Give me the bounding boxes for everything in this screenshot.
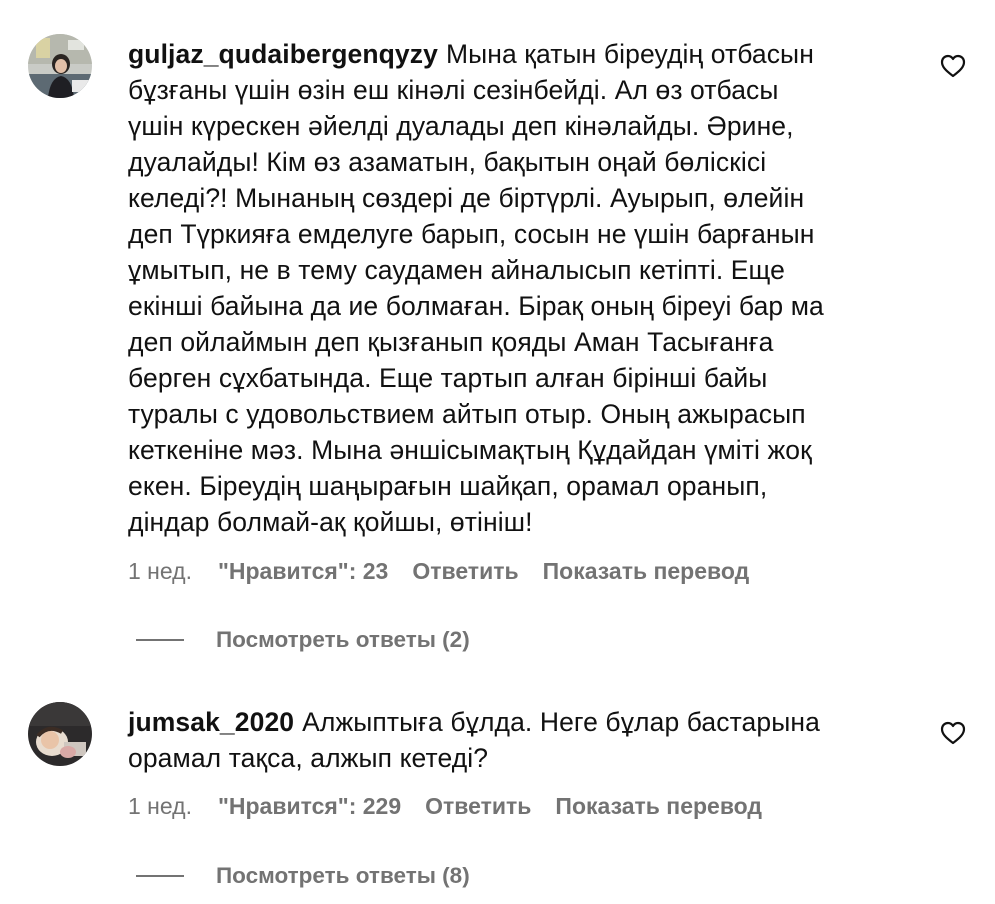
comment-1: guljaz_qudaibergenqyzy Мына қатын біреуді… bbox=[0, 0, 995, 670]
comment-text: jumsak_2020 Алжыптыға бұлда. Неге бұлар б… bbox=[128, 704, 908, 776]
username[interactable]: guljaz_qudaibergenqyzy bbox=[128, 39, 438, 69]
comment-first-line: guljaz_qudaibergenqyzy Мына қатын біреуді… bbox=[128, 36, 908, 72]
view-replies-label: Посмотреть ответы (8) bbox=[216, 863, 470, 888]
comment-line: Мына қатын біреудің отбасын bbox=[445, 39, 814, 69]
like-heart-icon[interactable] bbox=[940, 54, 966, 78]
comment-line: екінші байына да ие болмаған. Бірақ оның… bbox=[128, 291, 824, 321]
comment-line: діндар болмай-ақ қойшы, өтініш! bbox=[128, 507, 533, 537]
comment-meta: 1 нед. "Нравится": 23 Ответить Показать пер… bbox=[128, 557, 773, 585]
comment-text: guljaz_qudaibergenqyzy Мына қатын біреуді… bbox=[128, 36, 908, 540]
comment-line: екен. Біреудің шаңырағын шайқап, орамал … bbox=[128, 471, 768, 501]
view-replies-button[interactable]: Посмотреть ответы (8) bbox=[136, 863, 470, 891]
comment-line: деп Түркияға емделуге барып, сосын не үш… bbox=[128, 219, 815, 249]
reply-button[interactable]: Ответить bbox=[412, 558, 518, 584]
show-translation-button[interactable]: Показать перевод bbox=[555, 793, 762, 819]
comment-line: орамал тақса, алжып кетеді? bbox=[128, 743, 489, 773]
comment-line: кеткеніне мәз. Мына әншісымақтың Құдайда… bbox=[128, 435, 812, 465]
avatar-photo-icon bbox=[28, 34, 92, 98]
replies-divider bbox=[136, 639, 184, 641]
avatar[interactable] bbox=[28, 702, 92, 766]
comment-line: деп ойлаймын деп қызғанып қояды Аман Тас… bbox=[128, 327, 774, 357]
comment-line: Алжыптыға бұлда. Неге бұлар бастарына bbox=[302, 707, 820, 737]
comment-line: берген сұхбатында. Еще тартып алған бірі… bbox=[128, 363, 768, 393]
likes-count[interactable]: "Нравится": 229 bbox=[218, 793, 401, 819]
avatar-photo-icon bbox=[28, 702, 92, 766]
view-replies-label: Посмотреть ответы (2) bbox=[216, 627, 470, 652]
comment-line: туралы с удовольствием айтып отыр. Оның … bbox=[128, 399, 806, 429]
replies-divider bbox=[136, 875, 184, 877]
comment-meta: 1 нед. "Нравится": 229 Ответить Показать пе… bbox=[128, 792, 786, 820]
like-heart-icon[interactable] bbox=[940, 721, 966, 745]
reply-button[interactable]: Ответить bbox=[425, 793, 531, 819]
comment-line: дуалайды! Кім өз азаматын, бақытын оңай … bbox=[128, 147, 767, 177]
timestamp[interactable]: 1 нед. bbox=[128, 558, 192, 584]
comment-first-line: jumsak_2020 Алжыптыға бұлда. Неге бұлар б… bbox=[128, 704, 908, 740]
username[interactable]: jumsak_2020 bbox=[128, 707, 294, 737]
show-translation-button[interactable]: Показать перевод bbox=[543, 558, 750, 584]
comment-line: келеді?! Мынаның сөздері де біртүрлі. Ау… bbox=[128, 183, 805, 213]
likes-count[interactable]: "Нравится": 23 bbox=[218, 558, 388, 584]
comment-line: ұмытып, не в тему саудамен айналысып кет… bbox=[128, 255, 785, 285]
view-replies-button[interactable]: Посмотреть ответы (2) bbox=[136, 627, 470, 655]
comment-line: бұзғаны үшін өзін еш кінәлі сезінбейді. … bbox=[128, 75, 779, 105]
timestamp[interactable]: 1 нед. bbox=[128, 793, 192, 819]
avatar[interactable] bbox=[28, 34, 92, 98]
comment-line: үшін күрескен әйелді дуалады деп кінәлай… bbox=[128, 111, 794, 141]
